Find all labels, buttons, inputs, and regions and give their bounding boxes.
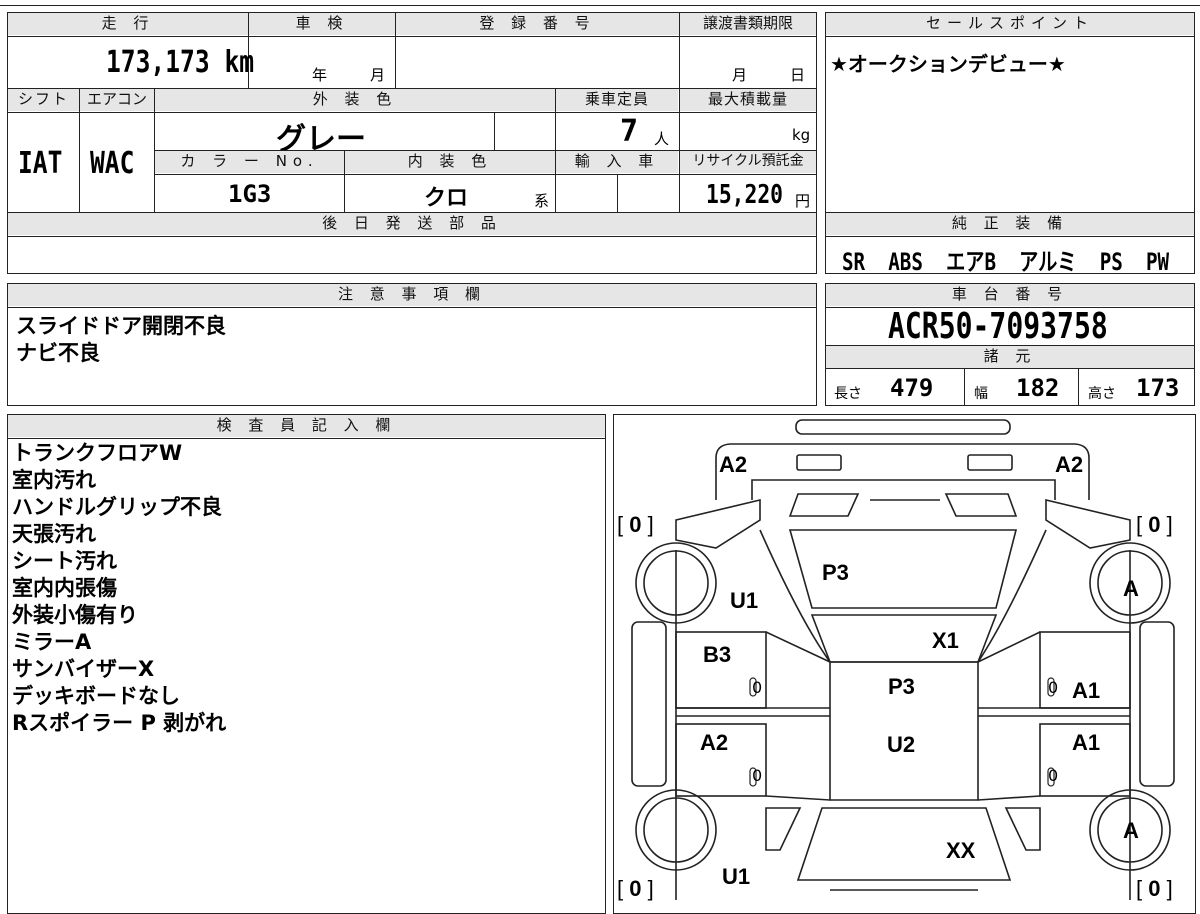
equipment-item: PS <box>1099 248 1123 276</box>
width-label: 幅 <box>974 386 988 402</box>
max-load-header: 最大積載量 <box>680 89 816 111</box>
equipment-item: ABS <box>888 248 923 276</box>
inspector-lines: トランクフロアW 室内汚れ ハンドルグリップ不良 天張汚れ シート汚れ 室内内張… <box>12 440 226 737</box>
tire-fl-bracket: [ 0 ] <box>617 876 654 901</box>
max-load-unit: kg <box>792 126 811 144</box>
length-label: 長さ <box>834 386 862 402</box>
capacity-header: 乗車定員 <box>556 89 678 111</box>
tire-rr-bracket: [ 0 ] <box>1136 512 1173 537</box>
color-no-header: カ ラ ー No. <box>155 151 344 173</box>
shift-value: IAT <box>18 146 63 181</box>
transfer-day-unit: 日 <box>790 66 806 84</box>
interior-color-header: 内 装 色 <box>345 151 555 173</box>
transfer-month-unit: 月 <box>732 66 748 84</box>
rear-right-label: A2 <box>1055 452 1084 477</box>
rear-door-right-small: 0 <box>1048 678 1059 697</box>
front-fender-left-label: U1 <box>722 864 751 889</box>
shift-header: シフト <box>8 89 79 111</box>
car-diagram <box>631 419 1175 900</box>
sales-point-header: セールスポイント <box>826 13 1194 35</box>
rear-door-left-label: B3 <box>703 642 732 667</box>
front-wheel-right-label: A <box>1123 818 1139 843</box>
equipment-item: アルミ <box>1019 248 1077 276</box>
inspector-line: 天張汚れ <box>12 522 96 546</box>
inspector-line: サンバイザーX <box>12 657 155 681</box>
front-door-left-label: A2 <box>700 730 729 755</box>
notes-line: ナビ不良 <box>16 341 100 365</box>
capacity-value: 7 <box>620 114 639 149</box>
sales-point-text: ★オークションデビュー★ <box>830 52 1066 76</box>
delivery-parts-header: 後 日 発 送 部 品 <box>8 213 816 235</box>
equipment-header: 純 正 装 備 <box>826 213 1194 235</box>
tire-rl-bracket: [ 0 ] <box>617 512 654 537</box>
inspector-line: 外装小傷有り <box>12 603 138 627</box>
interior-color-suffix: 系 <box>534 192 550 210</box>
rear-door-left-small: 0 <box>752 678 763 697</box>
notes-header: 注 意 事 項 欄 <box>8 284 816 306</box>
tire-fr-bracket: [ 0 ] <box>1136 876 1173 901</box>
front-door-right-label: A1 <box>1072 730 1101 755</box>
inspector-header: 検 査 員 記 入 欄 <box>8 415 605 437</box>
inspector-line: 室内汚れ <box>12 468 96 492</box>
chassis-header: 車 台 番 号 <box>826 284 1194 306</box>
shaken-header: 車 検 <box>249 13 395 35</box>
rear-wheel-right-label: A <box>1123 576 1139 601</box>
exterior-color-header: 外 装 色 <box>155 89 555 111</box>
rear-glass-label: P3 <box>822 560 849 585</box>
capacity-unit: 人 <box>654 130 670 148</box>
length-value: 479 <box>890 374 934 402</box>
inspector-line: シート汚れ <box>12 549 117 573</box>
registration-header: 登 録 番 号 <box>396 13 679 35</box>
mileage-value: 173,173 km <box>106 45 255 80</box>
front-door-right-small: 0 <box>1048 766 1059 785</box>
equipment-list: SR ABS エアB アルミ PS PW <box>842 242 1200 277</box>
rear-quarter-left-label: U1 <box>730 588 759 613</box>
aircon-value: WAC <box>90 146 135 181</box>
recycle-fee-value: 15,220 <box>706 180 784 210</box>
shaken-year-unit: 年 <box>312 66 328 84</box>
equipment-item: SR <box>842 248 866 276</box>
notes-line: スライドドア開閉不良 <box>16 314 226 338</box>
transfer-deadline-header: 譲渡書類期限 <box>680 13 816 35</box>
interior-color-value: クロ <box>424 186 469 211</box>
aircon-header: エアコン <box>80 89 154 111</box>
equipment-item: PW <box>1145 248 1170 276</box>
width-value: 182 <box>1016 374 1060 402</box>
recycle-unit: 円 <box>795 192 811 210</box>
inspector-line: Rスポイラー P 剥がれ <box>12 711 227 735</box>
height-label: 高さ <box>1088 386 1116 402</box>
roof-center-label: U2 <box>887 732 916 757</box>
windshield-label: XX <box>946 838 976 863</box>
rear-door-right-label: A1 <box>1072 678 1101 703</box>
specs-header: 諸 元 <box>826 346 1194 368</box>
inspector-line: デッキボードなし <box>12 684 180 708</box>
inspector-line: トランクフロアW <box>12 441 183 465</box>
front-door-left-small: 0 <box>752 766 763 785</box>
roof-label: P3 <box>888 674 915 699</box>
mileage-header: 走 行 <box>8 13 248 35</box>
equipment-item: エアB <box>946 248 997 276</box>
inspector-line: 室内内張傷 <box>12 576 117 600</box>
inspector-line: ミラーA <box>12 630 92 654</box>
import-header: 輸 入 車 <box>556 151 678 173</box>
chassis-number: ACR50-7093758 <box>888 306 1108 347</box>
inspector-line: ハンドルグリップ不良 <box>12 495 222 519</box>
recycle-header: リサイクル預託金 <box>680 151 816 173</box>
rear-left-label: A2 <box>719 452 748 477</box>
roof-front-label: X1 <box>932 628 959 653</box>
shaken-month-unit: 月 <box>370 66 386 84</box>
height-value: 173 <box>1136 374 1180 402</box>
color-no-value: 1G3 <box>228 180 272 208</box>
